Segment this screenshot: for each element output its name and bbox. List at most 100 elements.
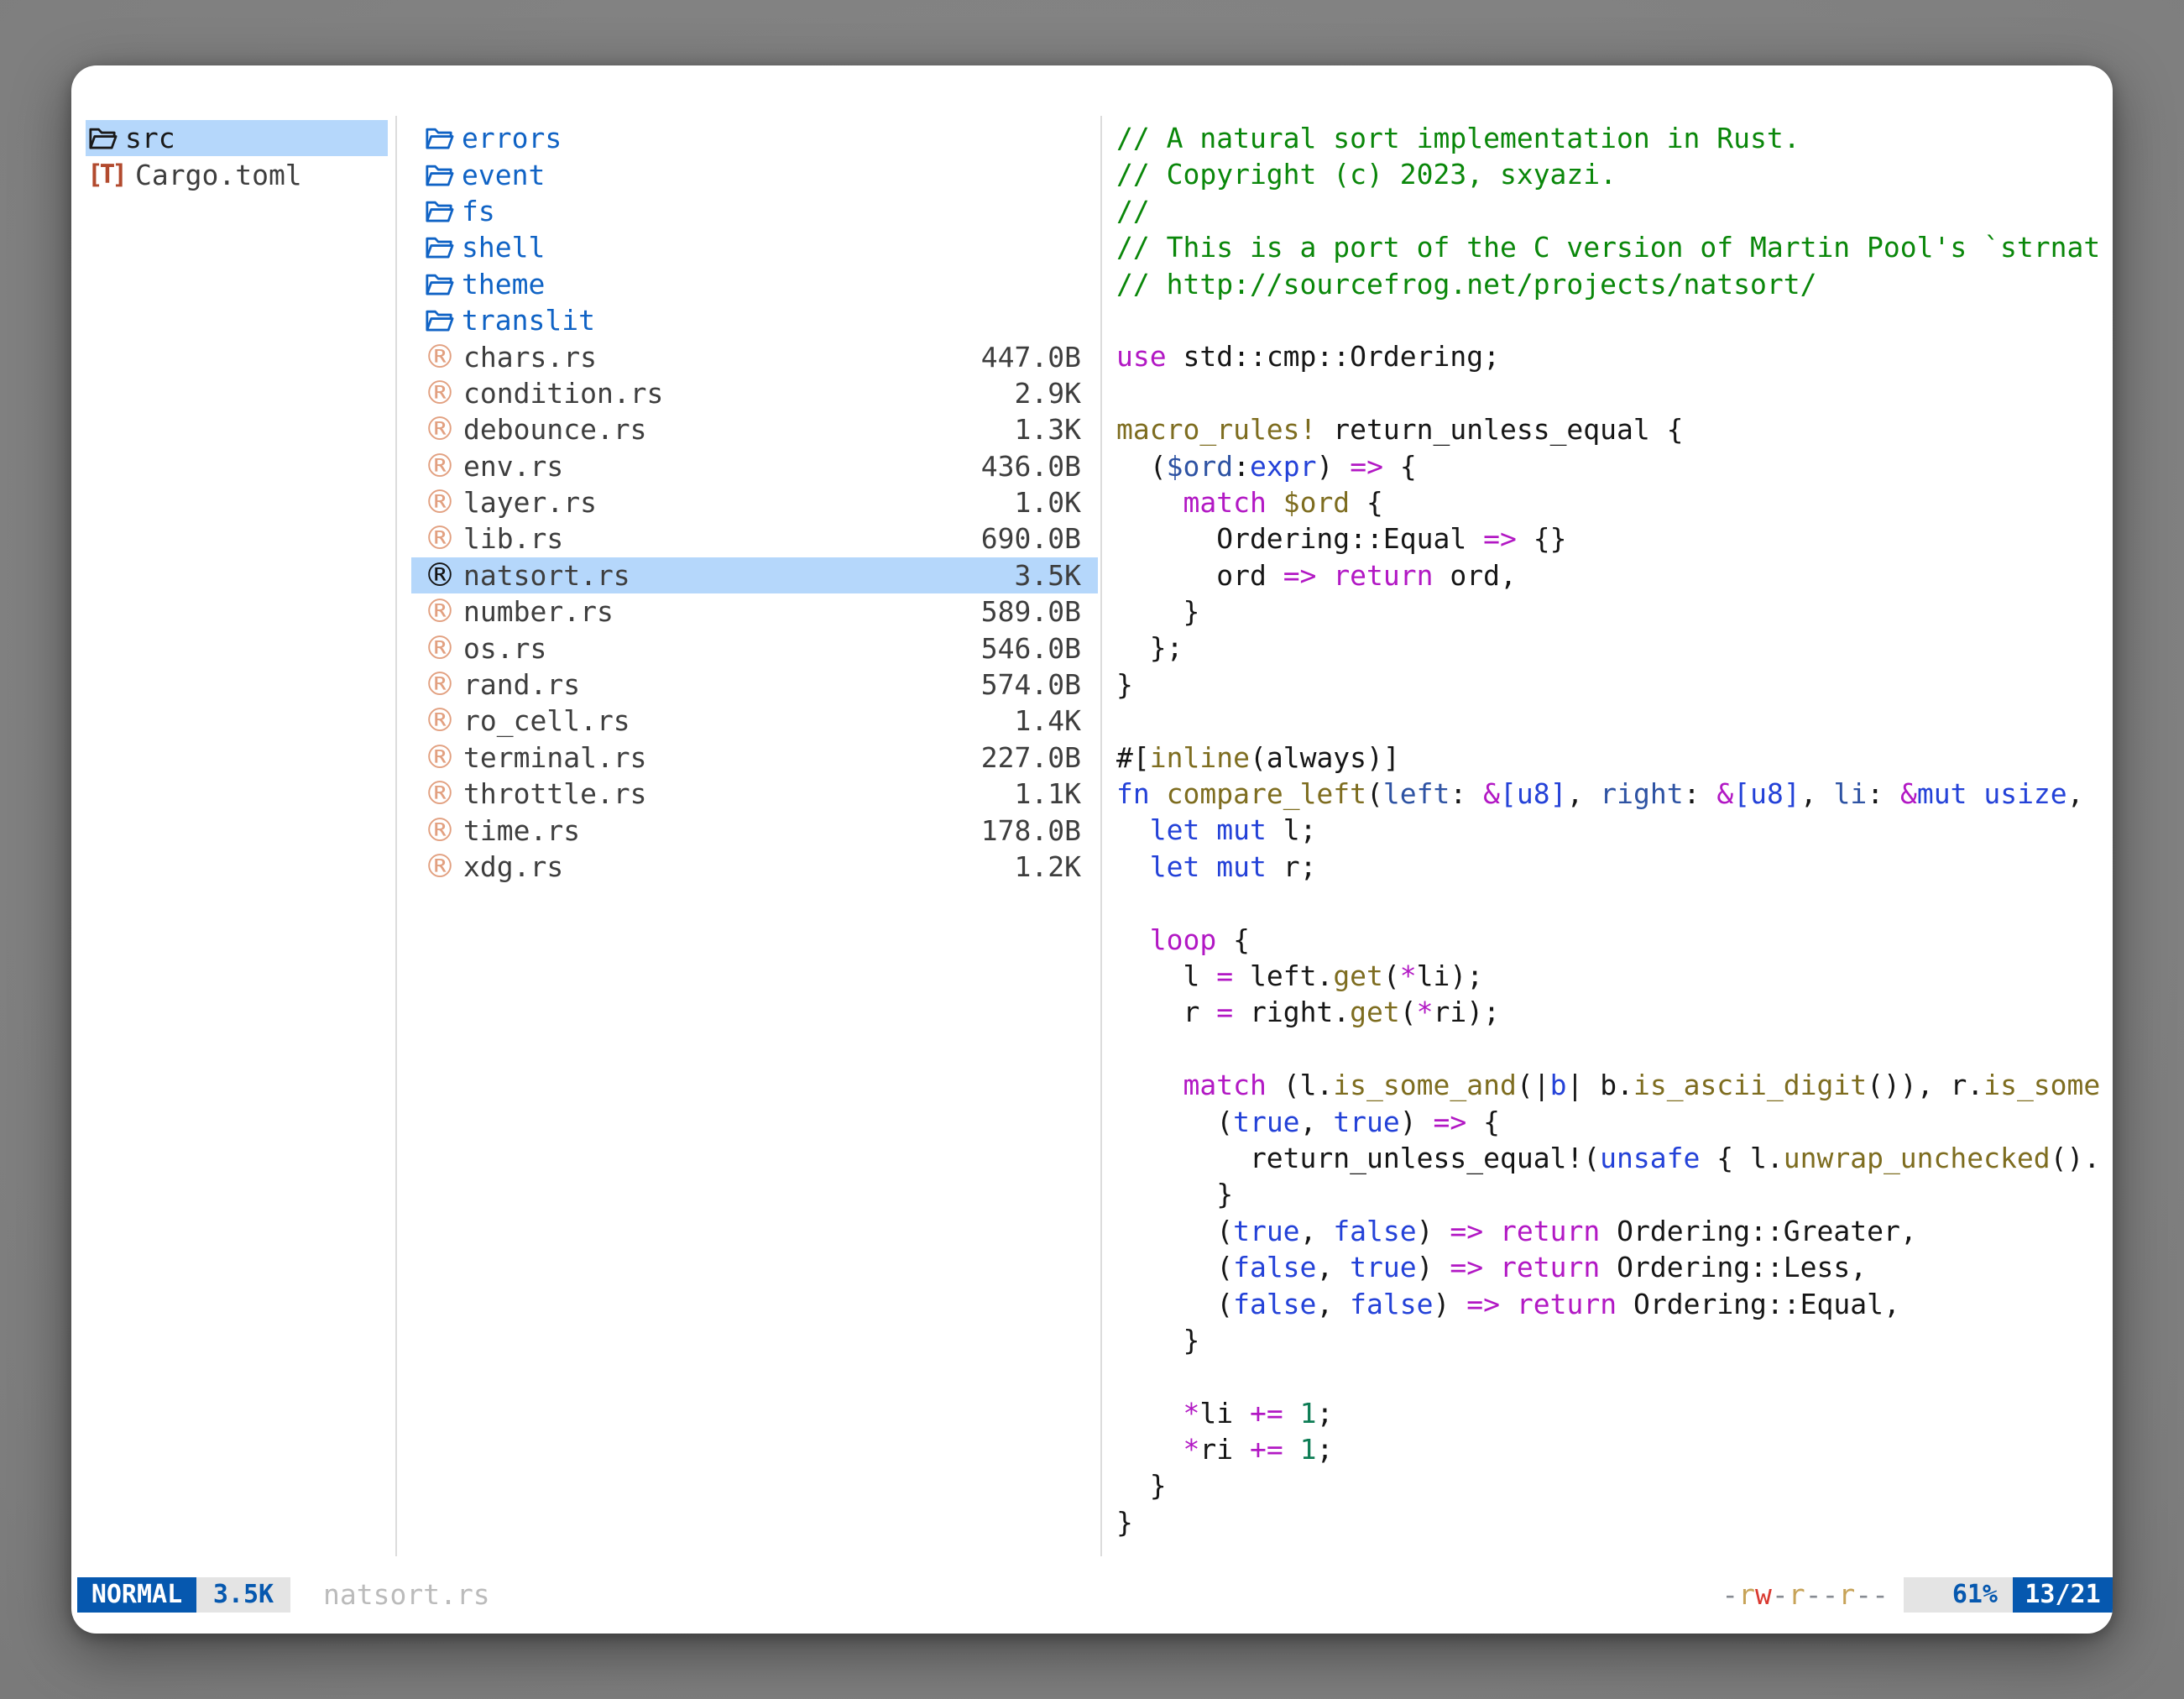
code-line: Ordering::Equal => {} — [1116, 520, 2113, 557]
parent-pane: src[T]Cargo.toml — [86, 120, 388, 193]
file-row[interactable]: ®debounce.rs1.3K — [411, 411, 1098, 447]
code-line — [1116, 302, 2113, 338]
file-row[interactable]: [T]Cargo.toml — [86, 156, 388, 192]
toml-file-icon: [T] — [87, 159, 128, 190]
file-name: lib.rs — [463, 522, 563, 555]
rust-file-icon: ® — [424, 672, 456, 698]
directory-row[interactable]: fs — [411, 193, 1098, 229]
code-line: (false, false) => return Ordering::Equal… — [1116, 1286, 2113, 1322]
file-size: 589.0B — [981, 595, 1081, 628]
code-line: #[inline(always)] — [1116, 740, 2113, 776]
file-row[interactable]: ®layer.rs1.0K — [411, 484, 1098, 520]
file-name: ro_cell.rs — [463, 704, 630, 737]
code-line: (true, true) => { — [1116, 1104, 2113, 1140]
code-line: let mut r; — [1116, 849, 2113, 885]
directory-row[interactable]: theme — [411, 266, 1098, 302]
code-line: // A natural sort implementation in Rust… — [1116, 120, 2113, 156]
code-line: // — [1116, 193, 2113, 229]
code-line: } — [1116, 1467, 2113, 1503]
rust-file-icon: ® — [424, 525, 456, 552]
code-line: // http://sourcefrog.net/projects/natsor… — [1116, 266, 2113, 302]
file-name: natsort.rs — [463, 559, 630, 592]
pane-separator — [395, 116, 397, 1556]
open-folder-icon — [424, 234, 454, 260]
file-size: 574.0B — [981, 668, 1081, 701]
file-name: shell — [462, 231, 545, 264]
file-size: 436.0B — [981, 450, 1081, 483]
file-size: 1.2K — [1015, 850, 1081, 883]
rust-file-icon: ® — [424, 635, 456, 661]
code-line: match $ord { — [1116, 484, 2113, 520]
file-permissions: -rw-r--r-- — [1722, 1577, 1889, 1613]
code-line: return_unless_equal!(unsafe { l.unwrap_u… — [1116, 1140, 2113, 1176]
rust-file-icon: ® — [424, 380, 456, 406]
desktop-backdrop: { "colors": { "window_bg": "#FFFFFF", "b… — [0, 0, 2184, 1699]
file-name: time.rs — [463, 814, 580, 847]
rust-file-icon: ® — [424, 708, 456, 734]
code-line: *ri += 1; — [1116, 1431, 2113, 1467]
file-name: event — [462, 159, 545, 191]
file-row[interactable]: ®xdg.rs1.2K — [411, 849, 1098, 885]
file-row[interactable]: ®ro_cell.rs1.4K — [411, 703, 1098, 739]
file-size: 447.0B — [981, 341, 1081, 374]
file-name: rand.rs — [463, 668, 580, 701]
file-row[interactable]: ®env.rs436.0B — [411, 448, 1098, 484]
pane-separator — [1100, 116, 1102, 1556]
file-size: 546.0B — [981, 632, 1081, 665]
file-row[interactable]: ®throttle.rs1.1K — [411, 776, 1098, 812]
yazi-file-manager-window: src[T]Cargo.toml errorseventfsshelltheme… — [71, 65, 2113, 1634]
directory-row[interactable]: event — [411, 156, 1098, 192]
rust-file-icon: ® — [424, 489, 456, 515]
code-line: } — [1116, 1322, 2113, 1358]
directory-row[interactable]: shell — [411, 229, 1098, 265]
code-line: ($ord:expr) => { — [1116, 448, 2113, 484]
code-line: r = right.get(*ri); — [1116, 994, 2113, 1030]
directory-row[interactable]: src — [86, 120, 388, 156]
file-row[interactable]: ®os.rs546.0B — [411, 630, 1098, 666]
file-name: src — [125, 122, 175, 154]
status-filename: natsort.rs — [323, 1577, 490, 1613]
code-line: // Copyright (c) 2023, sxyazi. — [1116, 156, 2113, 192]
file-row[interactable]: ®condition.rs2.9K — [411, 375, 1098, 411]
file-size-badge: 3.5K — [196, 1577, 290, 1613]
file-name: number.rs — [463, 595, 614, 628]
directory-row[interactable]: translit — [411, 302, 1098, 338]
code-line: } — [1116, 593, 2113, 630]
file-name: translit — [462, 304, 595, 337]
file-row[interactable]: ®number.rs589.0B — [411, 593, 1098, 630]
code-line — [1116, 1031, 2113, 1067]
code-line: (true, false) => return Ordering::Greate… — [1116, 1213, 2113, 1249]
code-line — [1116, 375, 2113, 411]
code-line: }; — [1116, 630, 2113, 666]
file-name: Cargo.toml — [135, 159, 302, 191]
file-row[interactable]: ®time.rs178.0B — [411, 812, 1098, 848]
file-name: throttle.rs — [463, 777, 647, 810]
file-size: 1.0K — [1015, 486, 1081, 519]
file-name: env.rs — [463, 450, 563, 483]
open-folder-icon — [424, 271, 454, 297]
file-name: fs — [462, 195, 495, 227]
code-line: use std::cmp::Ordering; — [1116, 338, 2113, 374]
open-folder-icon — [87, 125, 118, 151]
code-line: } — [1116, 1176, 2113, 1212]
code-line: loop { — [1116, 922, 2113, 958]
code-line: } — [1116, 1504, 2113, 1540]
rust-file-icon: ® — [424, 781, 456, 807]
file-row[interactable]: ®chars.rs447.0B — [411, 338, 1098, 374]
cursor-position-badge: 13/21 — [2013, 1577, 2113, 1613]
directory-row[interactable]: errors — [411, 120, 1098, 156]
file-row[interactable]: ® rand.rs 574.0B — [411, 667, 1098, 703]
code-line: (false, true) => return Ordering::Less, — [1116, 1249, 2113, 1285]
file-row[interactable]: ® lib.rs 690.0B — [411, 520, 1098, 557]
status-bar: NORMAL 3.5K natsort.rs -rw-r--r-- 61% 13… — [71, 1577, 2113, 1613]
scroll-percent-badge: 61% — [1904, 1577, 2013, 1613]
file-name: xdg.rs — [463, 850, 563, 883]
file-row[interactable]: ®natsort.rs3.5K — [411, 557, 1098, 593]
rust-file-icon: ® — [424, 562, 456, 588]
code-line: l = left.get(*li); — [1116, 958, 2113, 994]
code-line — [1116, 1358, 2113, 1394]
file-size: 690.0B — [981, 522, 1081, 555]
file-row[interactable]: ®terminal.rs227.0B — [411, 740, 1098, 776]
code-line: macro_rules! return_unless_equal { — [1116, 411, 2113, 447]
open-folder-icon — [424, 198, 454, 224]
